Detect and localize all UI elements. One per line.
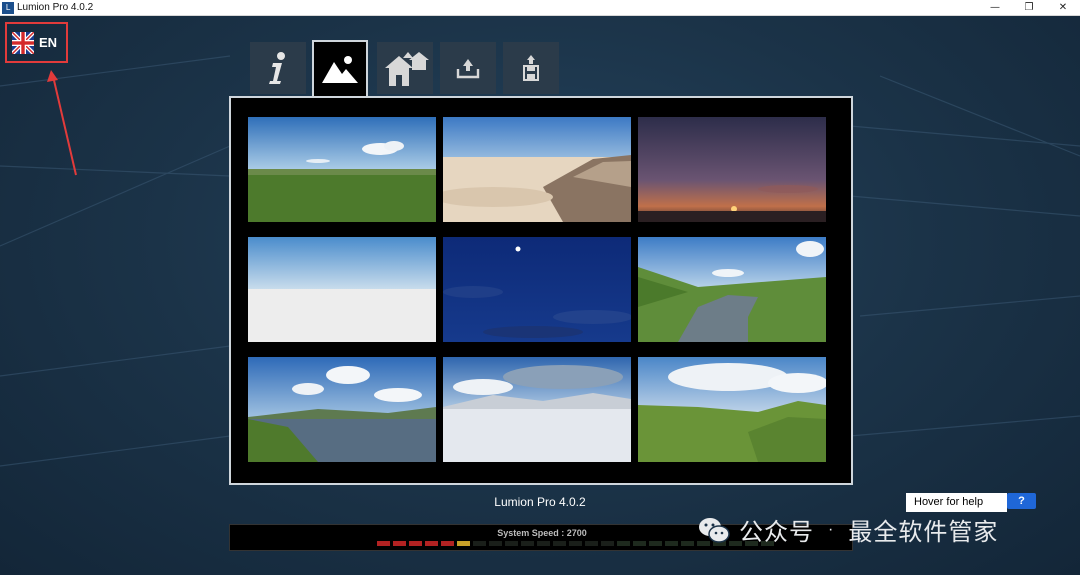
speed-segment xyxy=(633,541,646,546)
speed-segment xyxy=(409,541,422,546)
speed-segment xyxy=(521,541,534,546)
scene-thumbnail-green-hills[interactable] xyxy=(638,357,826,462)
watermark-separator: · xyxy=(828,520,835,538)
download-tray-icon xyxy=(456,59,480,79)
scene-thumbnail-sunset[interactable] xyxy=(638,117,826,222)
speed-segment xyxy=(377,541,390,546)
wechat-icon xyxy=(699,517,730,543)
scene-thumbnail-river-valley[interactable] xyxy=(638,237,826,342)
speed-segment xyxy=(473,541,486,546)
scene-thumbnail-desert[interactable] xyxy=(443,117,631,222)
speed-segment xyxy=(585,541,598,546)
help-button[interactable]: ? xyxy=(1007,493,1036,509)
language-code: EN xyxy=(39,35,58,50)
speed-segment xyxy=(553,541,566,546)
landscape-icon xyxy=(322,56,358,83)
speed-segment xyxy=(569,541,582,546)
speed-segment xyxy=(441,541,454,546)
speed-segment xyxy=(505,541,518,546)
close-button[interactable]: ✕ xyxy=(1046,0,1080,16)
info-icon xyxy=(269,52,285,84)
app-icon: L xyxy=(2,1,14,14)
speed-segment xyxy=(617,541,630,546)
uk-flag-icon xyxy=(12,31,34,54)
scene-thumbnail-lake-coast[interactable] xyxy=(248,357,436,462)
speed-segment xyxy=(537,541,550,546)
scene-thumbnail-white[interactable] xyxy=(248,237,436,342)
watermark-right: 最全软件管家 xyxy=(848,519,999,546)
speed-segment xyxy=(425,541,438,546)
speed-segment xyxy=(489,541,502,546)
tab-landscape[interactable] xyxy=(312,40,368,96)
watermark-left: 公众号 xyxy=(739,519,814,546)
watermark: 公众号 · 最全软件管家 xyxy=(697,512,998,547)
speed-segment xyxy=(601,541,614,546)
scene-panel xyxy=(229,96,853,485)
save-disk-icon xyxy=(523,55,539,81)
tab-save[interactable] xyxy=(503,42,559,94)
tab-new-scene[interactable] xyxy=(377,42,433,94)
house-icon xyxy=(385,52,429,86)
scene-thumbnail-night[interactable] xyxy=(443,237,631,342)
scene-thumbnail-grassland[interactable] xyxy=(248,117,436,222)
title-bar: L Lumion Pro 4.0.2 — ❐ ✕ xyxy=(0,0,1080,16)
minimize-button[interactable]: — xyxy=(978,0,1012,16)
help-text: Hover for help xyxy=(906,493,1007,512)
annotation-arrow xyxy=(47,70,77,176)
version-label: Lumion Pro 4.0.2 xyxy=(494,495,586,509)
speed-segment xyxy=(457,541,470,546)
tab-info[interactable] xyxy=(250,42,306,94)
language-selector[interactable]: EN xyxy=(5,22,68,63)
tab-import[interactable] xyxy=(440,42,496,94)
window-controls: — ❐ ✕ xyxy=(978,0,1080,16)
scene-thumbnail-snow-plain[interactable] xyxy=(443,357,631,462)
help-box[interactable]: Hover for help ? xyxy=(906,493,1040,512)
speed-segment xyxy=(649,541,662,546)
restore-button[interactable]: ❐ xyxy=(1012,0,1046,16)
window-title: Lumion Pro 4.0.2 xyxy=(17,2,94,13)
speed-segment xyxy=(665,541,678,546)
speed-segment xyxy=(393,541,406,546)
speed-segment xyxy=(681,541,694,546)
